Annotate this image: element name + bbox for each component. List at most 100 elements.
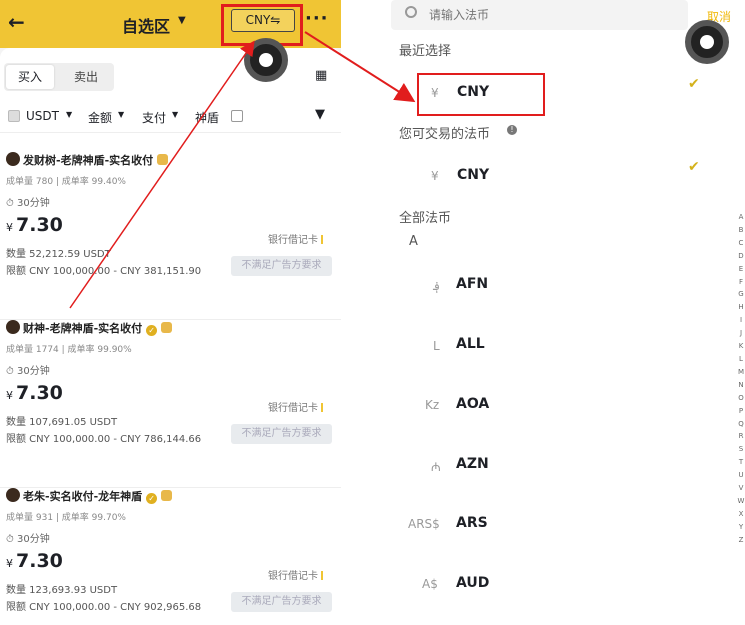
divider <box>0 132 341 133</box>
alphabet-letter[interactable]: L <box>737 353 745 366</box>
alphabet-letter[interactable]: F <box>737 276 745 289</box>
grid-icon[interactable]: ▦ <box>315 68 327 83</box>
touch-indicator <box>685 20 729 64</box>
requirement-button[interactable]: 不满足广告方要求 <box>231 424 332 444</box>
filter-row: USDT ▼ 金额 ▼ 支付 ▼ 神盾 ▼ <box>0 106 341 128</box>
alphabet-index[interactable]: ABCDEFGHIJKLMNOPQRSTUVWXYZ <box>737 211 745 547</box>
currency-option-aoa[interactable]: AOA <box>456 396 489 412</box>
amount-filter[interactable]: 金额 <box>88 109 112 126</box>
section-letter: A <box>409 234 418 249</box>
pay-time: ⏱ 30分钟 <box>6 530 50 545</box>
alphabet-letter[interactable]: E <box>737 263 745 276</box>
avatar <box>6 152 20 166</box>
clock-icon: ⏱ <box>6 198 17 209</box>
alphabet-letter[interactable]: B <box>737 224 745 237</box>
alphabet-letter[interactable]: D <box>737 250 745 263</box>
merchant-name-row: 老朱-实名收付-龙年神盾 ✓ <box>6 488 173 504</box>
currency-symbol: A$ <box>422 577 438 591</box>
payment-label: 银行借记卡 <box>268 571 318 582</box>
alphabet-letter[interactable]: X <box>737 508 745 521</box>
merchant-name[interactable]: 发财树-老牌神盾-实名收付 <box>23 154 153 167</box>
quantity: 数量 123,693.93 USDT <box>6 585 118 596</box>
payment-label: 银行借记卡 <box>268 235 318 246</box>
avatar <box>6 320 20 334</box>
shield-badge-icon <box>157 154 169 165</box>
caret-down-icon[interactable]: ▼ <box>118 110 124 119</box>
verified-icon: ✓ <box>146 325 158 336</box>
shield-badge-icon <box>161 490 173 501</box>
requirement-button[interactable]: 不满足广告方要求 <box>231 592 332 612</box>
shield-badge-icon <box>161 322 173 333</box>
requirement-button[interactable]: 不满足广告方要求 <box>231 256 332 276</box>
alphabet-letter[interactable]: K <box>737 340 745 353</box>
market-panel: 买入 卖出 ▦ USDT ▼ 金额 ▼ 支付 ▼ 神盾 ▼ 发财树-老牌神盾-实… <box>0 48 341 625</box>
merchant-card[interactable]: 老朱-实名收付-龙年神盾 ✓ 成单量 931 | 成单率 99.70% ⏱ 30分… <box>0 488 341 625</box>
price-value: 7.30 <box>16 214 63 236</box>
payment-filter[interactable]: 支付 <box>142 109 166 126</box>
currency-option-aud[interactable]: AUD <box>456 575 489 591</box>
alphabet-letter[interactable]: I <box>737 314 745 327</box>
merchant-card[interactable]: 财神-老牌神盾-实名收付 ✓ 成单量 1774 | 成单率 99.90% ⏱ 30… <box>0 320 341 488</box>
price: ¥7.30 <box>6 214 63 236</box>
alphabet-letter[interactable]: S <box>737 443 745 456</box>
currency-symbol: ¥ <box>431 169 439 183</box>
time-label: 30分钟 <box>16 366 50 377</box>
tab-buy[interactable]: 买入 <box>6 65 54 89</box>
alphabet-letter[interactable]: Z <box>737 534 745 547</box>
currency-option-cny[interactable]: CNY <box>457 167 489 183</box>
search-input[interactable] <box>429 8 669 22</box>
price-value: 7.30 <box>16 550 63 572</box>
currency-option-azn[interactable]: AZN <box>456 456 489 472</box>
touch-indicator <box>244 38 288 82</box>
merchant-card[interactable]: 发财树-老牌神盾-实名收付 成单量 780 | 成单率 99.40% ⏱ 30分… <box>0 152 341 320</box>
check-icon: ✔ <box>688 159 700 175</box>
info-icon[interactable]: ! <box>507 125 517 135</box>
asset-filter[interactable]: USDT <box>26 109 59 123</box>
avatar <box>6 488 20 502</box>
merchant-name[interactable]: 财神-老牌神盾-实名收付 <box>23 322 142 335</box>
page-title[interactable]: 自选区 <box>122 13 170 37</box>
alphabet-letter[interactable]: G <box>737 288 745 301</box>
alphabet-letter[interactable]: C <box>737 237 745 250</box>
alphabet-letter[interactable]: V <box>737 482 745 495</box>
alphabet-letter[interactable]: T <box>737 456 745 469</box>
alphabet-letter[interactable]: N <box>737 379 745 392</box>
limit: 限额 CNY 100,000.00 - CNY 902,965.68 <box>6 602 202 613</box>
currency-option-all[interactable]: ALL <box>456 336 485 352</box>
merchant-name-row: 财神-老牌神盾-实名收付 ✓ <box>6 320 173 336</box>
alphabet-letter[interactable]: H <box>737 301 745 314</box>
alphabet-letter[interactable]: P <box>737 405 745 418</box>
caret-down-icon[interactable]: ▼ <box>178 15 186 26</box>
alphabet-letter[interactable]: J <box>737 327 745 340</box>
shield-checkbox[interactable] <box>231 110 243 122</box>
alphabet-letter[interactable]: O <box>737 392 745 405</box>
tab-sell[interactable]: 卖出 <box>62 65 110 89</box>
verified-icon: ✓ <box>146 493 158 504</box>
currency-symbol: ؋ <box>433 279 441 293</box>
left-screen: ← 自选区 ▼ CNY⇋ ··· 买入 卖出 ▦ USDT ▼ 金额 ▼ 支付 … <box>0 0 341 625</box>
limit: 限额 CNY 100,000.00 - CNY 381,151.90 <box>6 266 202 277</box>
more-icon[interactable]: ··· <box>305 8 329 29</box>
alphabet-letter[interactable]: W <box>737 495 745 508</box>
alphabet-letter[interactable]: M <box>737 366 745 379</box>
alphabet-letter[interactable]: R <box>737 430 745 443</box>
payment-marker <box>321 571 323 580</box>
merchant-stats: 成单量 780 | 成单率 99.40% <box>6 177 126 187</box>
time-label: 30分钟 <box>16 198 50 209</box>
filter-icon[interactable]: ▼ <box>315 107 325 122</box>
search-icon <box>405 6 417 18</box>
clock-icon: ⏱ <box>6 534 17 545</box>
caret-down-icon[interactable]: ▼ <box>172 110 178 119</box>
alphabet-letter[interactable]: U <box>737 469 745 482</box>
alphabet-letter[interactable]: Q <box>737 418 745 431</box>
merchant-stats: 成单量 1774 | 成单率 99.90% <box>6 345 132 355</box>
caret-down-icon[interactable]: ▼ <box>66 110 72 119</box>
payment-marker <box>321 403 323 412</box>
currency-option-afn[interactable]: AFN <box>456 276 488 292</box>
back-arrow-icon[interactable]: ← <box>8 10 25 34</box>
limit: 限额 CNY 100,000.00 - CNY 786,144.66 <box>6 434 202 445</box>
merchant-name[interactable]: 老朱-实名收付-龙年神盾 <box>23 490 142 503</box>
alphabet-letter[interactable]: A <box>737 211 745 224</box>
currency-option-ars[interactable]: ARS <box>456 515 488 531</box>
alphabet-letter[interactable]: Y <box>737 521 745 534</box>
